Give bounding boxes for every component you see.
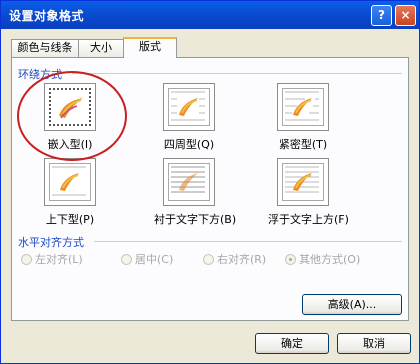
advanced-button[interactable]: 高级(A)... [302,294,402,315]
dialog-title: 设置对象格式 [9,9,85,23]
wrap-option-behind-text[interactable]: 衬于文字下方(B) [154,158,237,227]
title-bar[interactable]: 设置对象格式 ? × [1,1,419,29]
tab-size[interactable]: 大小 [78,39,124,57]
cancel-button[interactable]: 取消 [337,333,411,354]
radio-dot-left [21,254,32,265]
radio-dot-other [285,254,296,265]
wrap-option-tight[interactable]: 紧密型(T) [268,83,338,152]
align-section-title: 水平对齐方式 [18,236,84,249]
wrap-section-title: 环绕方式 [18,68,62,81]
radio-align-left[interactable]: 左对齐(L) [21,251,83,267]
wrap-label-behind-text: 衬于文字下方(B) [154,213,237,226]
layout-panel: 环绕方式 嵌入型(I) 四周型(Q) 紧密型(T) 上下型(P) 衬于文字下方(… [11,57,409,321]
tab-layout[interactable]: 版式 [123,37,177,58]
radio-align-center[interactable]: 居中(C) [121,251,173,267]
wrap-label-inline: 嵌入型(I) [47,138,93,151]
radio-dot-center [121,254,132,265]
in-front-of-text-icon [277,158,329,206]
ok-button[interactable]: 确定 [255,333,329,354]
wrap-section-divider [72,73,402,74]
format-object-dialog: 设置对象格式 ? × 颜色与线条 大小 版式 环绕方式 嵌入型(I) 四周型(Q… [0,0,420,364]
wrap-label-square: 四周型(Q) [163,138,215,151]
top-bottom-wrap-icon [44,158,96,206]
wrap-label-top-bottom: 上下型(P) [45,213,95,226]
horizontal-align-radios: 左对齐(L) 居中(C) 右对齐(R) 其他方式(O) [21,251,401,267]
wrap-label-in-front-of-text: 浮于文字上方(F) [268,213,349,226]
wrap-option-in-front-of-text[interactable]: 浮于文字上方(F) [268,158,349,227]
radio-dot-right [203,254,214,265]
wrap-option-top-bottom[interactable]: 上下型(P) [35,158,105,227]
tight-wrap-icon [277,83,329,131]
radio-align-right[interactable]: 右对齐(R) [203,251,266,267]
radio-align-other[interactable]: 其他方式(O) [285,251,360,267]
help-button[interactable]: ? [371,5,392,26]
wrap-option-inline[interactable]: 嵌入型(I) [35,83,105,152]
close-button[interactable]: × [395,5,416,26]
wrap-option-square[interactable]: 四周型(Q) [154,83,224,152]
wrap-label-tight: 紧密型(T) [278,138,328,151]
square-wrap-icon [163,83,215,131]
inline-wrap-icon [44,83,96,131]
align-section-divider [94,241,402,242]
behind-text-icon [163,158,215,206]
tab-colors-lines[interactable]: 颜色与线条 [11,39,79,57]
